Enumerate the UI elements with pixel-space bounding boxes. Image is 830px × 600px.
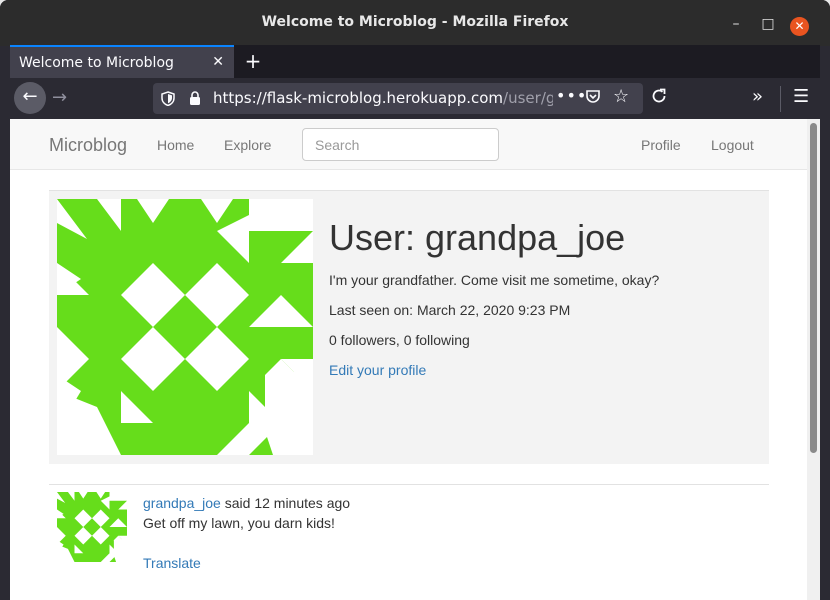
tab-bar: Welcome to Microblog ✕ +	[10, 45, 820, 78]
title-bar: Welcome to Microblog - Mozilla Firefox –…	[0, 0, 830, 46]
nav-explore-link[interactable]: Explore	[224, 137, 271, 153]
nav-profile-link[interactable]: Profile	[641, 137, 681, 153]
post-author-link[interactable]: grandpa_joe	[143, 495, 221, 511]
hamburger-menu-icon[interactable]: ☰	[793, 86, 809, 107]
post-meta: grandpa_joe said 12 minutes ago	[143, 495, 350, 511]
forward-button[interactable]: →	[52, 87, 67, 108]
post-body: Get off my lawn, you darn kids!	[143, 515, 335, 531]
url-path: /user/g	[503, 89, 553, 107]
scrollbar[interactable]	[807, 119, 820, 600]
page-actions-icon[interactable]: •••	[556, 86, 587, 105]
tab-close-icon[interactable]: ✕	[212, 54, 224, 70]
user-avatar	[57, 199, 313, 455]
scrollbar-thumb[interactable]	[810, 123, 817, 453]
reload-icon[interactable]	[650, 87, 668, 109]
post-avatar	[57, 492, 127, 562]
maximize-button[interactable]: □	[760, 16, 776, 32]
divider	[49, 484, 769, 485]
firefox-window: Welcome to Microblog - Mozilla Firefox –…	[0, 0, 830, 600]
site-brand[interactable]: Microblog	[49, 135, 127, 156]
nav-home-link[interactable]: Home	[157, 137, 194, 153]
url-bar[interactable]: https://flask-microblog.herokuapp.com/us…	[153, 83, 643, 114]
follow-counts: 0 followers, 0 following	[329, 332, 470, 348]
page-content: Microblog Home Explore Profile Logout	[10, 119, 820, 600]
last-seen-text: Last seen on: March 22, 2020 9:23 PM	[329, 302, 571, 318]
search-input[interactable]	[302, 128, 499, 161]
url-host: https://flask-microblog.herokuapp.com	[213, 89, 504, 107]
url-text[interactable]: https://flask-microblog.herokuapp.com/us…	[213, 89, 553, 107]
translate-link[interactable]: Translate	[143, 555, 201, 571]
new-tab-button[interactable]: +	[241, 49, 265, 73]
minimize-button[interactable]: –	[728, 16, 744, 32]
toolbar-divider	[780, 86, 781, 112]
browser-toolbar: ← → https://flask-microblog.herokuapp.co…	[10, 78, 820, 119]
profile-panel: User: grandpa_joe I'm your grandfather. …	[49, 191, 769, 464]
edit-profile-link[interactable]: Edit your profile	[329, 362, 426, 378]
bookmark-star-icon[interactable]: ☆	[613, 86, 629, 107]
profile-about: I'm your grandfather. Come visit me some…	[329, 272, 660, 288]
overflow-icon[interactable]: »	[752, 86, 763, 107]
nav-logout-link[interactable]: Logout	[711, 137, 754, 153]
tab-welcome[interactable]: Welcome to Microblog ✕	[10, 45, 234, 78]
post-timestamp: said 12 minutes ago	[220, 495, 351, 511]
window-title: Welcome to Microblog - Mozilla Firefox	[261, 14, 569, 30]
page-title: User: grandpa_joe	[329, 217, 626, 258]
site-navbar: Microblog Home Explore Profile Logout	[10, 119, 807, 170]
back-button[interactable]: ←	[14, 82, 46, 114]
tab-label: Welcome to Microblog	[19, 55, 174, 71]
close-window-button[interactable]: ✕	[790, 17, 809, 36]
pocket-icon[interactable]	[585, 89, 601, 109]
shield-icon[interactable]	[161, 91, 175, 110]
lock-icon[interactable]	[189, 91, 201, 110]
